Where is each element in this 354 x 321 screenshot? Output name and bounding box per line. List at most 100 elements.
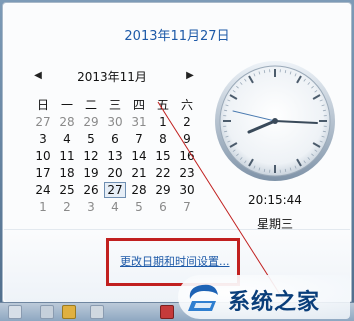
calendar-day-label: 25 — [59, 182, 75, 197]
calendar-day[interactable]: 2 — [175, 115, 199, 129]
calendar-day[interactable]: 6 — [103, 132, 127, 146]
calendar-day-label: 2 — [63, 199, 71, 214]
calendar-day[interactable]: 27 — [31, 115, 55, 129]
calendar-day-label: 31 — [131, 114, 147, 129]
calendar-day[interactable]: 13 — [103, 149, 127, 163]
calendar-day-label: 8 — [159, 131, 167, 146]
calendar-day-label: 21 — [131, 165, 147, 180]
calendar-day-selected[interactable]: 27 — [103, 181, 127, 198]
calendar-day[interactable]: 11 — [55, 149, 79, 163]
calendar-day[interactable]: 9 — [175, 132, 199, 146]
calendar-day-label: 7 — [135, 131, 143, 146]
calendar-day[interactable]: 4 — [103, 200, 127, 214]
calendar-day-label: 29 — [83, 114, 99, 129]
calendar-day[interactable]: 17 — [31, 166, 55, 180]
previous-month-icon[interactable]: ◀ — [31, 69, 45, 83]
calendar-day-label: 6 — [159, 199, 167, 214]
weekday-header: 六 — [180, 98, 193, 112]
calendar-day[interactable]: 3 — [31, 132, 55, 146]
taskbar-app-icon[interactable] — [62, 305, 76, 319]
calendar-day-label: 19 — [83, 165, 99, 180]
calendar-day-label: 5 — [135, 199, 143, 214]
calendar-day-label: 29 — [155, 182, 171, 197]
calendar-day-label: 16 — [179, 148, 195, 163]
calendar-day[interactable]: 26 — [79, 183, 103, 197]
calendar-day[interactable]: 6 — [151, 200, 175, 214]
calendar-day[interactable]: 1 — [31, 200, 55, 214]
calendar-week-row: 3 4 5 6 7 8 9 — [31, 130, 199, 147]
calendar-day[interactable]: 29 — [151, 183, 175, 197]
calendar-day-label: 18 — [59, 165, 75, 180]
calendar-day[interactable]: 25 — [55, 183, 79, 197]
taskbar-app-icon[interactable] — [40, 305, 54, 319]
taskbar-app-icon[interactable] — [160, 305, 174, 319]
calendar-day[interactable]: 7 — [127, 132, 151, 146]
calendar-day[interactable]: 30 — [175, 183, 199, 197]
weekday-header-row: 日一二三四五六 — [31, 96, 199, 113]
calendar-day-label: 10 — [35, 148, 51, 163]
calendar-day[interactable]: 23 — [175, 166, 199, 180]
calendar-day-label: 1 — [39, 199, 47, 214]
calendar-day[interactable]: 12 — [79, 149, 103, 163]
next-month-icon[interactable]: ▶ — [183, 69, 197, 83]
calendar-day-label: 27 — [104, 181, 126, 198]
calendar-day-label: 4 — [63, 131, 71, 146]
calendar-day[interactable]: 19 — [79, 166, 103, 180]
calendar-day-label: 13 — [107, 148, 123, 163]
calendar-day[interactable]: 3 — [79, 200, 103, 214]
taskbar-app-icon[interactable] — [90, 305, 104, 319]
calendar-day-label: 11 — [59, 148, 75, 163]
calendar-day[interactable]: 28 — [127, 183, 151, 197]
calendar-day-label: 17 — [35, 165, 51, 180]
calendar-day-label: 26 — [83, 182, 99, 197]
calendar-day[interactable]: 21 — [127, 166, 151, 180]
calendar-day-label: 12 — [83, 148, 99, 163]
calendar-day-label: 5 — [87, 131, 95, 146]
calendar-day-label: 30 — [179, 182, 195, 197]
calendar-day[interactable]: 15 — [151, 149, 175, 163]
calendar-day[interactable]: 1 — [151, 115, 175, 129]
calendar-day-label: 2 — [183, 114, 191, 129]
watermark-text: 系统之家 — [228, 290, 321, 315]
weekday-header: 三 — [108, 98, 121, 112]
calendar-day[interactable]: 31 — [127, 115, 151, 129]
calendar-day-label: 4 — [111, 199, 119, 214]
calendar-day[interactable]: 22 — [151, 166, 175, 180]
calendar-day[interactable]: 10 — [31, 149, 55, 163]
calendar-day[interactable]: 4 — [55, 132, 79, 146]
calendar-day-label: 28 — [59, 114, 75, 129]
calendar-day[interactable]: 30 — [103, 115, 127, 129]
calendar-week-row: 27 28 29 30 31 1 2 — [31, 113, 199, 130]
calendar-day-label: 22 — [155, 165, 171, 180]
calendar-day[interactable]: 2 — [55, 200, 79, 214]
calendar-day[interactable]: 28 — [55, 115, 79, 129]
watermark-logo-icon — [188, 284, 218, 311]
calendar-day[interactable]: 7 — [175, 200, 199, 214]
weekday-header: 四 — [132, 98, 145, 112]
calendar-day[interactable]: 18 — [55, 166, 79, 180]
calendar-day-label: 30 — [107, 114, 123, 129]
calendar-day-label: 3 — [39, 131, 47, 146]
calendar-day-label: 3 — [87, 199, 95, 214]
calendar-day-label: 20 — [107, 165, 123, 180]
calendar-day-label: 7 — [183, 199, 191, 214]
calendar-day[interactable]: 29 — [79, 115, 103, 129]
calendar-month-title[interactable]: 2013年11月 — [47, 68, 177, 85]
long-date-header[interactable]: 2013年11月27日 — [3, 25, 351, 44]
calendar-day-label: 9 — [183, 131, 191, 146]
calendar-day-label: 14 — [131, 148, 147, 163]
weekday-header: 二 — [84, 98, 97, 112]
weekday-header: 一 — [60, 98, 73, 112]
calendar-day[interactable]: 5 — [127, 200, 151, 214]
calendar-day-label: 15 — [155, 148, 171, 163]
calendar-day[interactable]: 24 — [31, 183, 55, 197]
calendar-day-label: 23 — [179, 165, 195, 180]
calendar-day-label: 6 — [111, 131, 119, 146]
calendar-day[interactable]: 14 — [127, 149, 151, 163]
calendar-day[interactable]: 8 — [151, 132, 175, 146]
calendar-day[interactable]: 16 — [175, 149, 199, 163]
calendar-grid: 日一二三四五六 27 28 29 30 31 1 2 3 4 5 6 7 8 9 10 11 12 13 14 15 16… — [31, 96, 199, 215]
calendar-day[interactable]: 5 — [79, 132, 103, 146]
taskbar-app-icon[interactable] — [8, 305, 22, 319]
calendar-day[interactable]: 20 — [103, 166, 127, 180]
